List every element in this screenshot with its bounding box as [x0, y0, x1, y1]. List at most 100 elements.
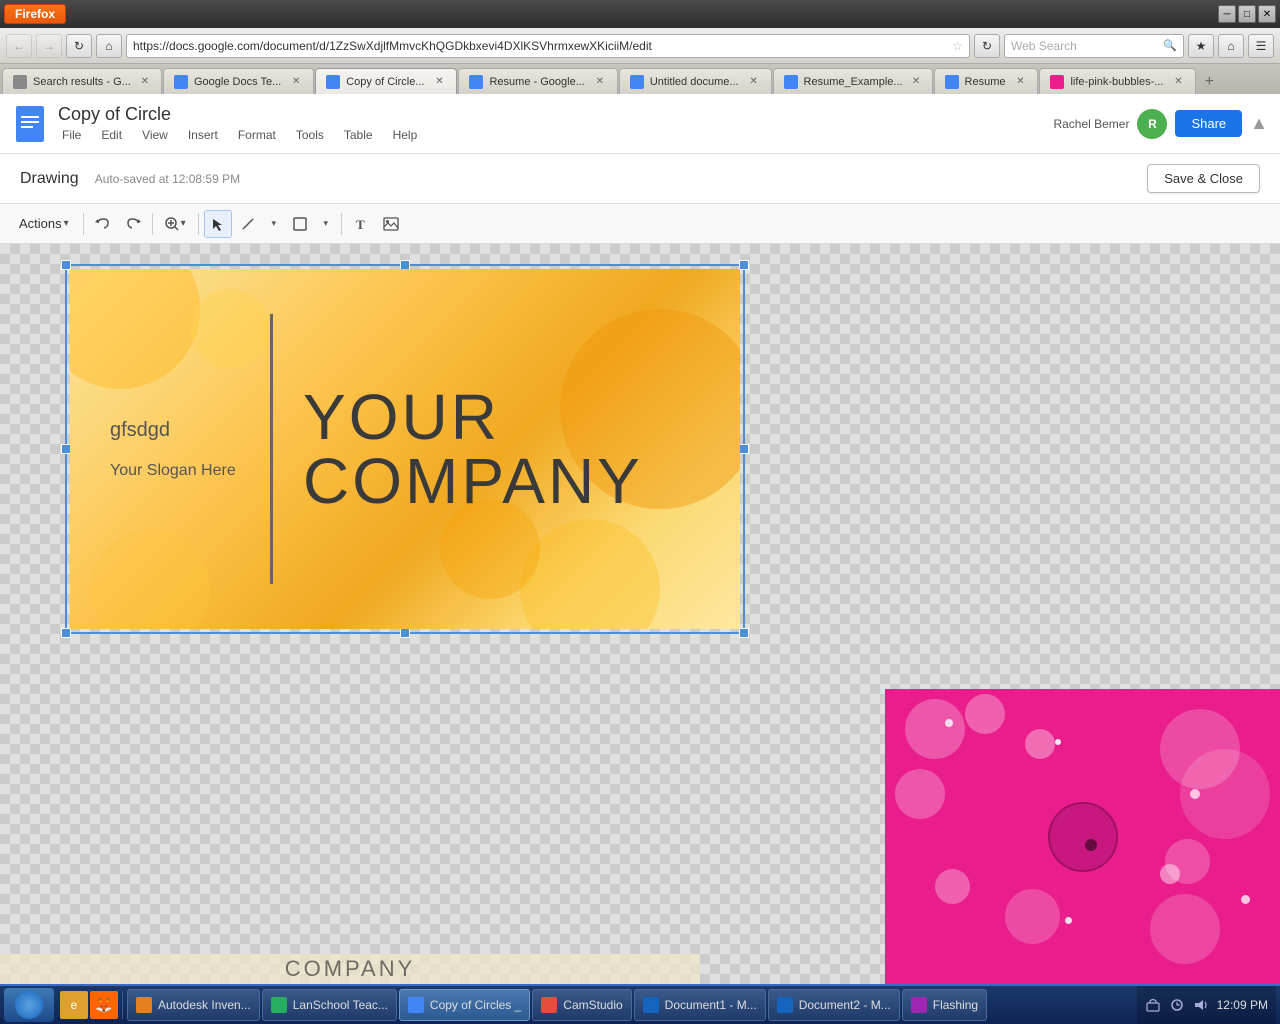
- shape-tool-dropdown[interactable]: ▾: [316, 210, 336, 238]
- forward-button[interactable]: →: [36, 34, 62, 58]
- tab-favicon-6: [784, 75, 798, 89]
- undo-button[interactable]: [89, 210, 117, 238]
- tab-close-1[interactable]: ✕: [139, 75, 151, 89]
- tab-close-6[interactable]: ✕: [911, 75, 922, 89]
- taskbar-label-lanschool: LanSchool Teac...: [293, 998, 388, 1012]
- maximize-button[interactable]: □: [1238, 5, 1256, 23]
- tab-favicon-2: [174, 75, 188, 89]
- quick-launch-ff-icon: 🦊: [95, 997, 112, 1014]
- tab-favicon-1: [13, 75, 27, 89]
- menu-tools[interactable]: Tools: [292, 127, 328, 143]
- tab-resume[interactable]: Resume ✕: [934, 68, 1039, 94]
- taskbar-item-autodesk[interactable]: Autodesk Inven...: [127, 989, 260, 1021]
- pbubble-4: [1025, 729, 1055, 759]
- image-tool-button[interactable]: [377, 210, 405, 238]
- redo-button[interactable]: [119, 210, 147, 238]
- refresh-button[interactable]: ↻: [974, 34, 1000, 58]
- reload-button[interactable]: ↻: [66, 34, 92, 58]
- handle-bottom-center[interactable]: [400, 628, 410, 638]
- taskbar-item-copy-circles[interactable]: Copy of Circles _: [399, 989, 530, 1021]
- menu-format[interactable]: Format: [234, 127, 280, 143]
- taskbar-sep-1: [122, 991, 123, 1019]
- menu-insert[interactable]: Insert: [184, 127, 222, 143]
- start-button[interactable]: [4, 988, 54, 1022]
- cursor-dot: [1085, 839, 1097, 851]
- pink-center-circle[interactable]: [1048, 802, 1118, 872]
- bookmarks-button[interactable]: ★: [1188, 34, 1214, 58]
- handle-top-right[interactable]: [739, 260, 749, 270]
- tab-close-2[interactable]: ✕: [289, 75, 303, 89]
- tab-resume-example[interactable]: Resume_Example... ✕: [773, 68, 933, 94]
- quick-launch-icon-2[interactable]: 🦊: [90, 991, 118, 1019]
- taskbar-item-doc1[interactable]: Document1 - M...: [634, 989, 766, 1021]
- tab-untitled-doc[interactable]: Untitled docume... ✕: [619, 68, 772, 94]
- tray-icon-2: [1169, 997, 1185, 1013]
- menu-file[interactable]: File: [58, 127, 85, 143]
- share-button[interactable]: Share: [1175, 110, 1242, 137]
- title-bar: Firefox ─ □ ✕: [0, 0, 1280, 28]
- address-bar[interactable]: https://docs.google.com/document/d/1ZzSw…: [126, 34, 970, 58]
- bookmark-star[interactable]: ☆: [952, 39, 963, 53]
- tab-resume-google[interactable]: Resume - Google... ✕: [458, 68, 617, 94]
- line-tool-button[interactable]: [234, 210, 262, 238]
- tab-close-4[interactable]: ✕: [593, 75, 607, 89]
- taskbar-item-flashing[interactable]: Flashing: [902, 989, 987, 1021]
- search-placeholder: Web Search: [1011, 39, 1077, 53]
- actions-menu-button[interactable]: Actions ▾: [10, 210, 78, 238]
- zoom-control[interactable]: ▾: [158, 210, 193, 238]
- card-slogan: Your Slogan Here: [110, 462, 260, 480]
- nav-home-icon[interactable]: ⌂: [1218, 34, 1244, 58]
- cursor-icon: [211, 217, 225, 231]
- line-tool-dropdown[interactable]: ▾: [264, 210, 284, 238]
- menu-table[interactable]: Table: [340, 127, 377, 143]
- handle-bottom-left[interactable]: [61, 628, 71, 638]
- minimize-button[interactable]: ─: [1218, 5, 1236, 23]
- browser-frame: Firefox ─ □ ✕ ← → ↻ ⌂ https://docs.googl…: [0, 0, 1280, 1024]
- shape-dropdown-arrow: ▾: [323, 218, 328, 229]
- quick-launch-icon-1[interactable]: e: [60, 991, 88, 1019]
- zoom-dropdown-icon: ▾: [181, 218, 186, 229]
- tab-close-7[interactable]: ✕: [1013, 75, 1027, 89]
- volume-icon[interactable]: [1193, 997, 1209, 1013]
- taskbar-item-lanschool[interactable]: LanSchool Teac...: [262, 989, 397, 1021]
- menu-edit[interactable]: Edit: [97, 127, 126, 143]
- nav-menu-icon[interactable]: ☰: [1248, 34, 1274, 58]
- search-bar[interactable]: Web Search 🔍: [1004, 34, 1184, 58]
- close-button[interactable]: ✕: [1258, 5, 1276, 23]
- actions-label: Actions: [19, 216, 62, 231]
- tab-close-3[interactable]: ✕: [432, 75, 446, 89]
- taskbar-label-flashing: Flashing: [933, 998, 978, 1012]
- sparkle-3: [1190, 789, 1200, 799]
- shape-tool-button[interactable]: [286, 210, 314, 238]
- text-tool-button[interactable]: T: [347, 210, 375, 238]
- text-tool-icon: T: [354, 217, 368, 231]
- home-button[interactable]: ⌂: [96, 34, 122, 58]
- tab-life-pink-bubbles[interactable]: life-pink-bubbles-... ✕: [1039, 68, 1196, 94]
- handle-middle-right[interactable]: [739, 444, 749, 454]
- back-button[interactable]: ←: [6, 34, 32, 58]
- menu-help[interactable]: Help: [389, 127, 422, 143]
- tab-close-8[interactable]: ✕: [1171, 75, 1185, 89]
- new-tab-button[interactable]: +: [1197, 70, 1221, 94]
- business-card-wrapper[interactable]: gfsdgd Your Slogan Here YOUR COMPANY: [70, 269, 740, 629]
- select-tool-button[interactable]: [204, 210, 232, 238]
- tab-close-5[interactable]: ✕: [747, 75, 761, 89]
- tab-search-results[interactable]: Search results - G... ✕: [2, 68, 162, 94]
- card-left-section: gfsdgd Your Slogan Here: [70, 399, 270, 500]
- bottom-card-text: COMPANY: [0, 954, 700, 984]
- taskbar-item-camstudio[interactable]: CamStudio: [532, 989, 631, 1021]
- taskbar-item-doc2[interactable]: Document2 - M...: [768, 989, 900, 1021]
- save-close-button[interactable]: Save & Close: [1147, 164, 1260, 193]
- pbubble-7: [935, 869, 970, 904]
- sparkle-2: [1055, 739, 1061, 745]
- menu-view[interactable]: View: [138, 127, 172, 143]
- collapse-panel-icon[interactable]: ▲: [1250, 113, 1268, 134]
- taskbar-icon-flashing: [911, 997, 927, 1013]
- firefox-button[interactable]: Firefox: [4, 4, 66, 24]
- tray-icon-1: [1145, 997, 1161, 1013]
- tab-copy-of-circle[interactable]: Copy of Circle... ✕: [315, 68, 457, 94]
- handle-bottom-right[interactable]: [739, 628, 749, 638]
- image-tool-icon: [383, 217, 399, 231]
- tab-google-docs-te[interactable]: Google Docs Te... ✕: [163, 68, 314, 94]
- company-line1: YOUR: [303, 385, 710, 449]
